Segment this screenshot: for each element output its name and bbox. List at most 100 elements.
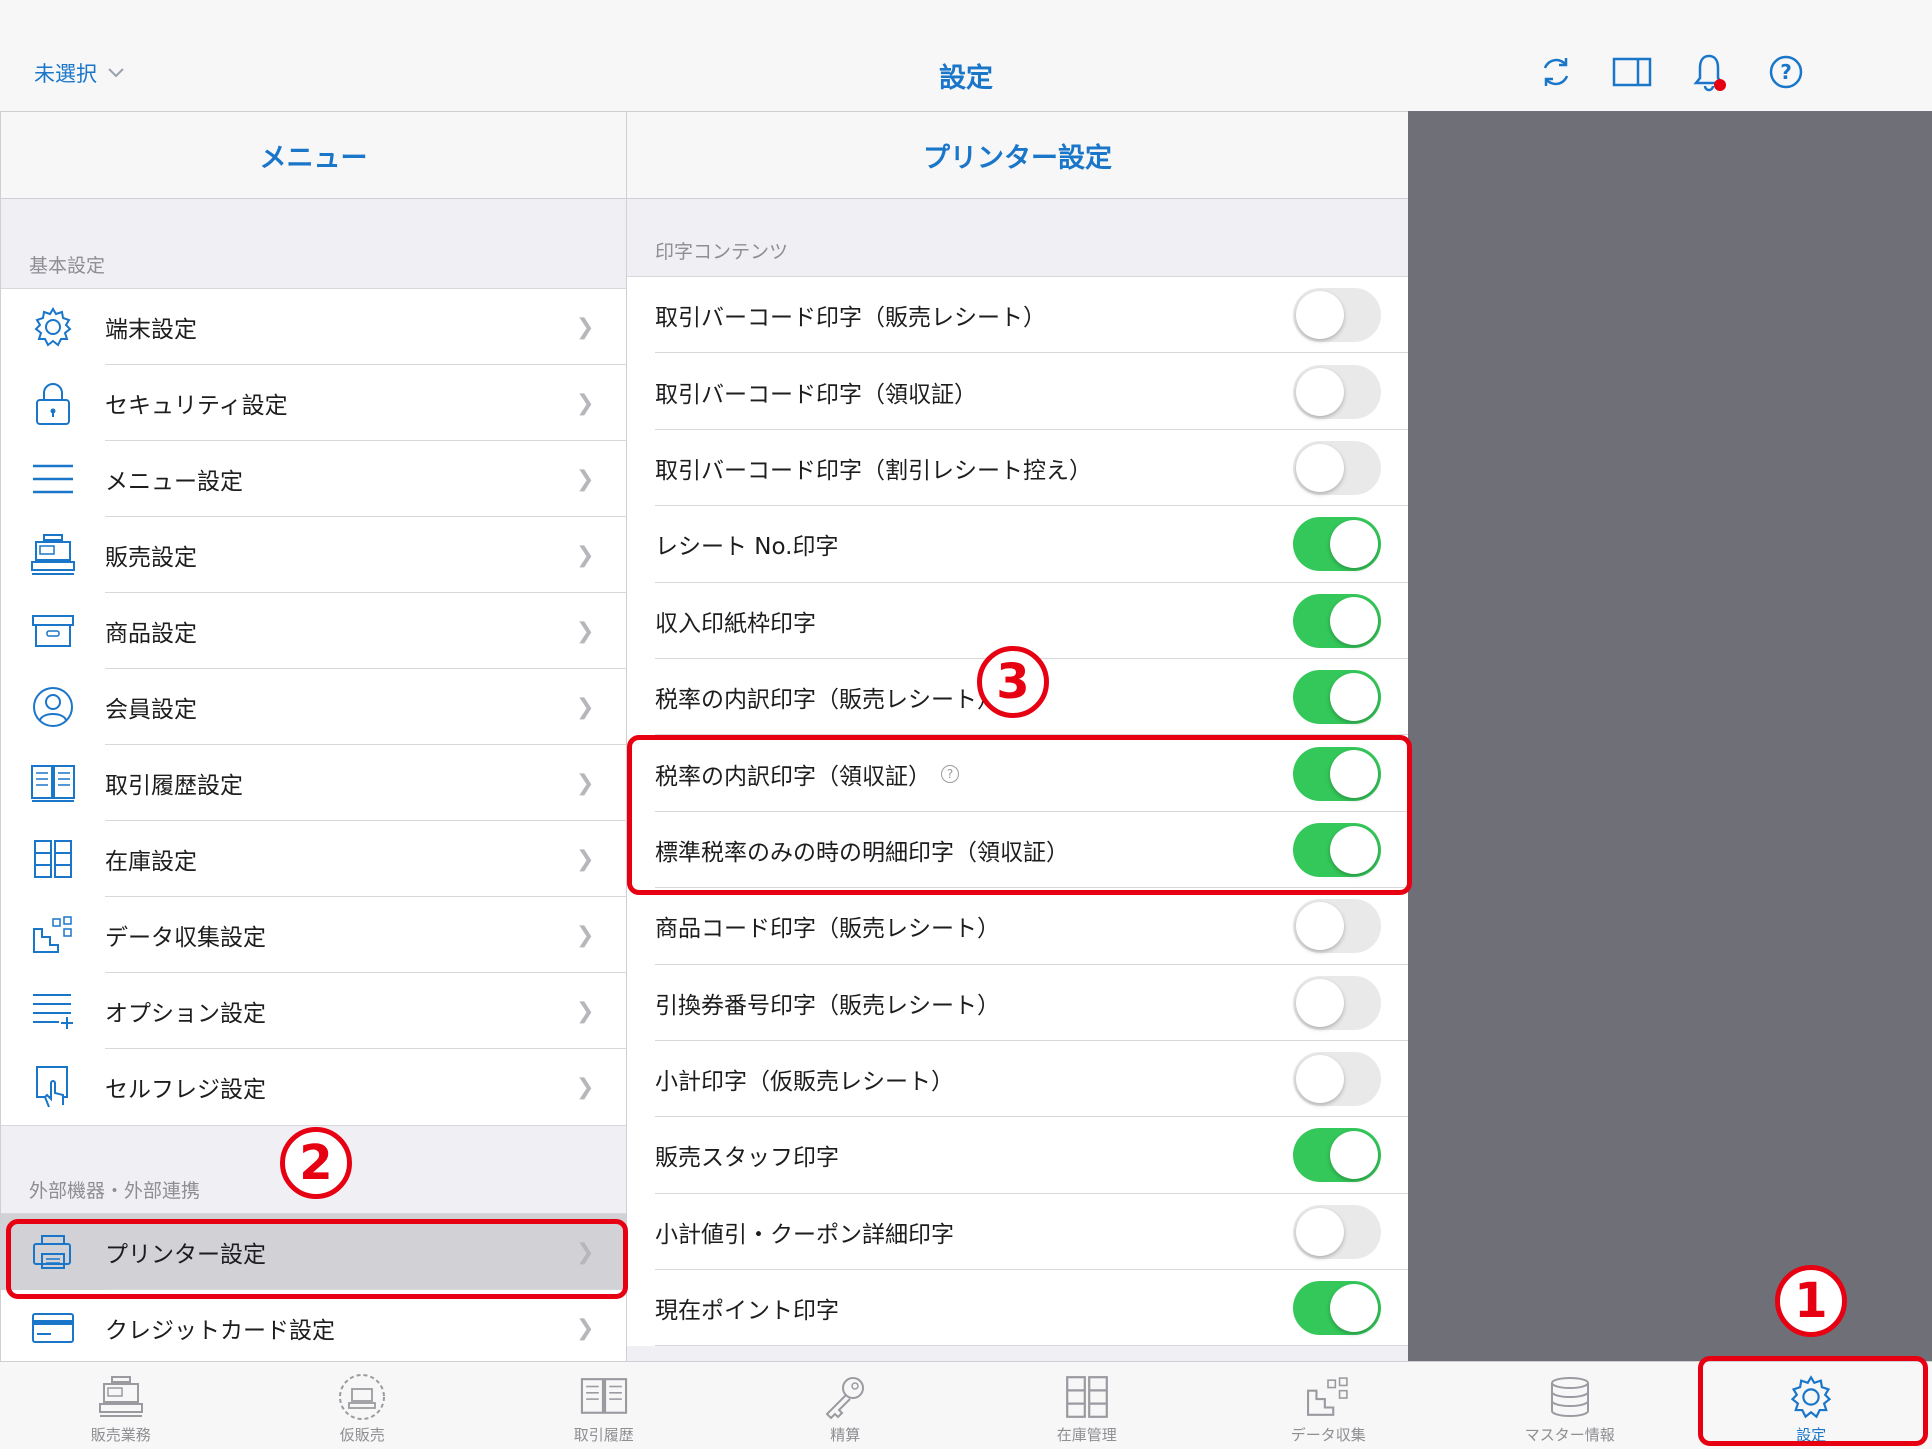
gear-icon: [29, 303, 77, 351]
toggle-label: 現在ポイント印字: [655, 1298, 839, 1325]
key-icon: [820, 1374, 870, 1420]
menu-item-history[interactable]: 取引履歴設定 ❯: [1, 745, 626, 821]
toggle-label: 商品コード印字（販売レシート）: [655, 916, 1000, 943]
toggle-row: 小計値引・クーポン詳細印字: [627, 1194, 1408, 1271]
toggle-row: 取引バーコード印字（領収証）: [627, 353, 1408, 431]
data-icon: [29, 911, 77, 959]
menu-item-label: クレジットカード設定: [105, 1318, 335, 1344]
menu-item-label: 取引履歴設定: [105, 773, 243, 799]
lock-icon: [29, 379, 77, 427]
menu-item-label: 商品設定: [105, 621, 197, 647]
annotation-box-settings-tab: [1698, 1356, 1928, 1446]
section-label-print-contents: 印字コンテンツ: [655, 241, 789, 263]
chevron-right-icon: ❯: [576, 998, 595, 1024]
annotation-step-1: 1: [1775, 1262, 1847, 1337]
chevron-right-icon: ❯: [576, 618, 595, 644]
temp-register-icon: [337, 1374, 387, 1420]
tab-label: マスター情報: [1524, 1426, 1615, 1444]
toggle-switch[interactable]: [1293, 1052, 1381, 1107]
menu-item-data-collection[interactable]: データ収集設定 ❯: [1, 897, 626, 973]
menu-panel-title: メニュー: [1, 111, 626, 199]
menu-item-inventory[interactable]: 在庫設定 ❯: [1, 821, 626, 897]
tab-history[interactable]: 取引履歴: [483, 1362, 725, 1449]
toggle-label: 販売スタッフ印字: [655, 1145, 839, 1172]
menu-item-member[interactable]: 会員設定 ❯: [1, 669, 626, 745]
menu-item-product[interactable]: 商品設定 ❯: [1, 593, 626, 669]
chevron-right-icon: ❯: [576, 922, 595, 948]
annotation-step-2: 2: [280, 1124, 352, 1199]
chevron-right-icon: ❯: [576, 466, 595, 492]
toggle-label: 取引バーコード印字（割引レシート控え）: [655, 457, 1092, 484]
tab-data-collection[interactable]: データ収集: [1208, 1362, 1450, 1449]
annotation-step-2-label: 2: [280, 1127, 352, 1199]
cabinet-icon: [1062, 1374, 1112, 1420]
tab-inventory[interactable]: 在庫管理: [966, 1362, 1208, 1449]
menu-item-options[interactable]: オプション設定 ❯: [1, 973, 626, 1049]
touch-icon: [29, 1063, 77, 1111]
toggle-switch[interactable]: [1293, 364, 1381, 419]
menu-item-security[interactable]: セキュリティ設定 ❯: [1, 365, 626, 441]
bell-icon[interactable]: [1689, 52, 1729, 92]
toggle-switch[interactable]: [1293, 670, 1381, 725]
tab-master[interactable]: マスター情報: [1449, 1362, 1691, 1449]
toggle-label: 小計印字（仮販売レシート）: [655, 1069, 954, 1096]
book-icon: [579, 1374, 629, 1420]
annotation-step-3: 3: [977, 643, 1049, 718]
hamburger-icon: [29, 455, 77, 503]
help-icon[interactable]: ?: [1766, 52, 1806, 92]
toggle-row: 取引バーコード印字（割引レシート控え）: [627, 430, 1408, 507]
tab-sales[interactable]: 販売業務: [0, 1362, 242, 1449]
menu-item-label: 販売設定: [105, 545, 197, 571]
menu-item-self-register[interactable]: セルフレジ設定 ❯: [1, 1049, 626, 1125]
toggle-switch[interactable]: [1293, 1128, 1381, 1183]
toggle-switch[interactable]: [1293, 593, 1381, 648]
chevron-right-icon: ❯: [576, 846, 595, 872]
toggle-switch[interactable]: [1293, 440, 1381, 495]
menu-item-label: セキュリティ設定: [105, 393, 288, 419]
menu-item-terminal[interactable]: 端末設定 ❯: [1, 289, 626, 365]
card-icon: [29, 1304, 77, 1352]
toggle-switch[interactable]: [1293, 975, 1381, 1030]
menu-item-label: オプション設定: [105, 1001, 266, 1027]
section-label-basic: 基本設定: [29, 255, 106, 277]
toggle-switch[interactable]: [1293, 288, 1381, 343]
box-icon: [29, 607, 77, 655]
menu-item-label: データ収集設定: [105, 925, 266, 951]
data-icon: [1303, 1374, 1353, 1420]
list-plus-icon: [29, 987, 77, 1035]
tab-label: 販売業務: [90, 1426, 151, 1444]
detail-overlay-area: [1408, 111, 1932, 1361]
tab-label: 取引履歴: [573, 1426, 634, 1444]
chevron-right-icon: ❯: [576, 1315, 595, 1341]
menu-item-credit-card[interactable]: クレジットカード設定 ❯: [1, 1290, 626, 1361]
annotation-box-printer-menu: [6, 1219, 628, 1299]
cabinet-icon: [29, 835, 77, 883]
toggle-switch[interactable]: [1293, 899, 1381, 954]
toggle-row: レシート No.印字: [627, 506, 1408, 583]
svg-text:?: ?: [1780, 60, 1792, 84]
toggle-switch[interactable]: [1293, 1281, 1381, 1336]
tab-settlement[interactable]: 精算: [725, 1362, 967, 1449]
menu-item-label: セルフレジ設定: [105, 1077, 266, 1103]
menu-item-sales[interactable]: 販売設定 ❯: [1, 517, 626, 593]
annotation-step-3-label: 3: [977, 646, 1049, 718]
menu-item-menu[interactable]: メニュー設定 ❯: [1, 441, 626, 517]
toggle-row: 小計印字（仮販売レシート）: [627, 1041, 1408, 1118]
refresh-icon[interactable]: [1536, 52, 1576, 92]
toggle-switch[interactable]: [1293, 1204, 1381, 1259]
top-bar: 未選択 設定 ?: [0, 0, 1932, 111]
toggle-row: 販売スタッフ印字: [627, 1117, 1408, 1195]
basic-settings-list: 端末設定 ❯ セキュリティ設定 ❯ メニュー設定 ❯ 販売設定 ❯ 商品設定 ❯…: [1, 288, 626, 1126]
menu-item-label: 在庫設定: [105, 849, 197, 875]
toggle-label: 取引バーコード印字（領収証）: [655, 381, 977, 408]
toggle-label: 税率の内訳印字（販売レシート）: [655, 687, 1000, 714]
split-view-icon[interactable]: [1612, 52, 1652, 92]
toggle-row: 取引バーコード印字（販売レシート）: [627, 277, 1408, 354]
toggle-label: 小計値引・クーポン詳細印字: [655, 1221, 954, 1248]
tab-temp-sales[interactable]: 仮販売: [242, 1362, 484, 1449]
chevron-right-icon: ❯: [576, 770, 595, 796]
toggle-switch[interactable]: [1293, 517, 1381, 572]
chevron-right-icon: ❯: [576, 390, 595, 416]
menu-item-label: 会員設定: [105, 697, 197, 723]
tab-label: 在庫管理: [1056, 1426, 1117, 1444]
